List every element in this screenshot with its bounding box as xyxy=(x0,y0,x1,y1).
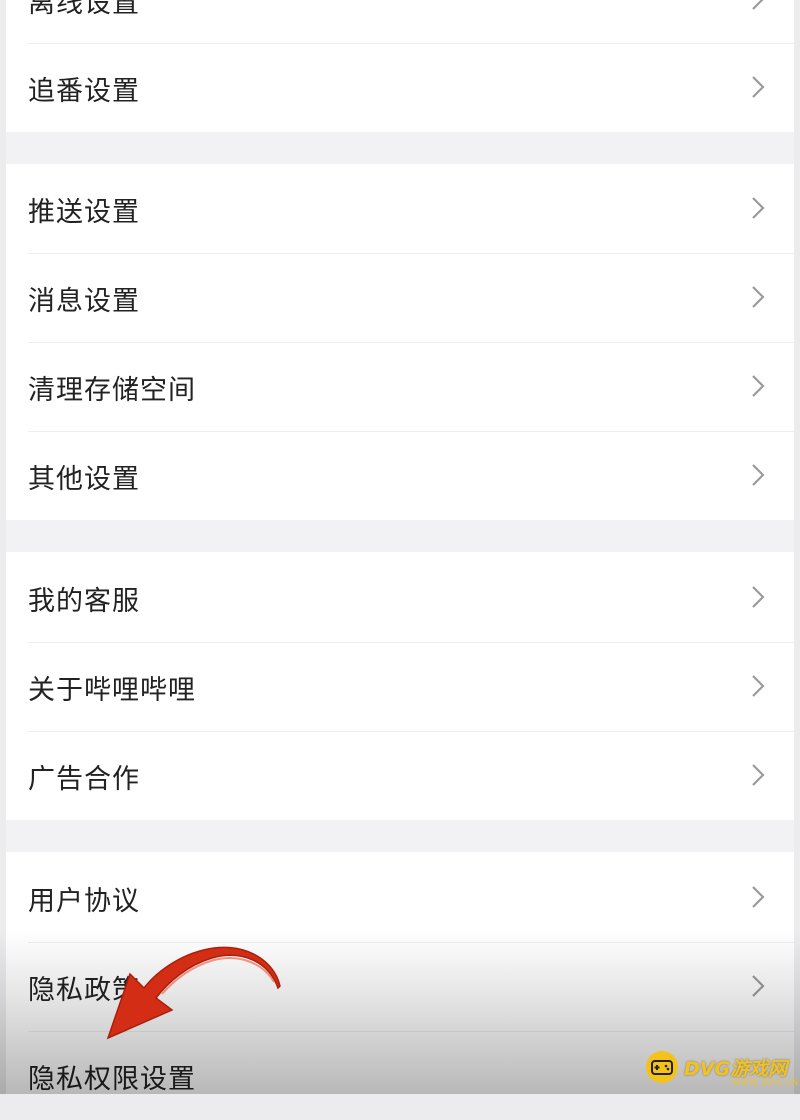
settings-item-clear-storage[interactable]: 清理存储空间 xyxy=(6,343,794,431)
settings-item-other[interactable]: 其他设置 xyxy=(6,432,794,520)
chevron-right-icon xyxy=(744,762,770,788)
settings-item-follow-anime[interactable]: 追番设置 xyxy=(6,44,794,132)
settings-item-label: 追番设置 xyxy=(28,75,140,107)
chevron-right-icon xyxy=(744,0,770,12)
chevron-right-icon xyxy=(744,884,770,910)
settings-item-push[interactable]: 推送设置 xyxy=(6,165,794,253)
settings-item-label: 广告合作 xyxy=(28,763,140,795)
settings-item-label: 清理存储空间 xyxy=(28,374,196,406)
chevron-right-icon xyxy=(744,284,770,310)
settings-item-customer-service[interactable]: 我的客服 xyxy=(6,554,794,642)
chevron-right-icon xyxy=(744,673,770,699)
settings-item-label: 我的客服 xyxy=(28,585,140,617)
settings-item-label: 消息设置 xyxy=(28,285,140,317)
red-curved-arrow-icon xyxy=(106,946,281,1040)
settings-item-ad-cooperation[interactable]: 广告合作 xyxy=(6,732,794,820)
chevron-right-icon xyxy=(744,74,770,100)
chevron-right-icon xyxy=(744,373,770,399)
chevron-right-icon xyxy=(744,584,770,610)
settings-item-label: 隐私权限设置 xyxy=(28,1063,196,1095)
settings-item-label: 推送设置 xyxy=(28,196,140,228)
watermark-logo: DVG游戏网 WWW.DVG.CN xyxy=(646,1050,798,1087)
watermark-text: DVG游戏网 xyxy=(684,1057,788,1080)
settings-item-user-agreement[interactable]: 用户协议 xyxy=(6,854,794,942)
watermark-sub: WWW.DVG.CN xyxy=(732,1078,800,1087)
chevron-right-icon xyxy=(744,462,770,488)
chevron-right-icon xyxy=(744,195,770,221)
settings-item-about[interactable]: 关于哔哩哔哩 xyxy=(6,643,794,731)
chevron-right-icon xyxy=(744,973,770,999)
gamepad-icon xyxy=(646,1051,678,1083)
section-gap xyxy=(6,820,794,852)
section-gap xyxy=(6,132,794,164)
settings-item-label: 用户协议 xyxy=(28,885,140,917)
settings-item-offline[interactable]: 离线设置 xyxy=(6,0,794,44)
settings-item-label: 其他设置 xyxy=(28,463,140,495)
settings-screen: 离线设置 追番设置 推送设置 消息设置 清理存储空间 其他设置 我的客服 关于哔… xyxy=(6,0,794,1095)
settings-item-message[interactable]: 消息设置 xyxy=(6,254,794,342)
settings-item-label: 离线设置 xyxy=(28,0,140,19)
section-gap xyxy=(6,520,794,552)
settings-item-label: 关于哔哩哔哩 xyxy=(28,674,196,706)
